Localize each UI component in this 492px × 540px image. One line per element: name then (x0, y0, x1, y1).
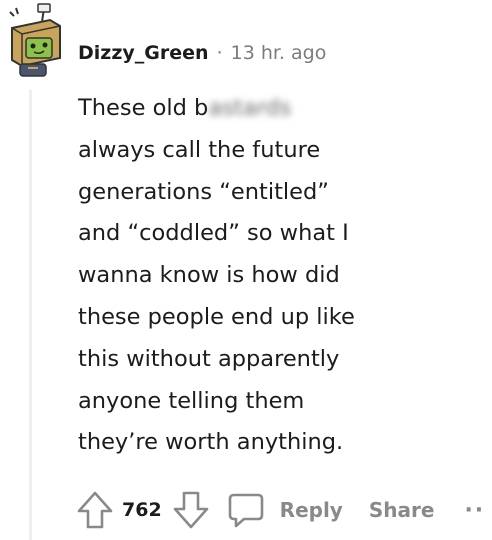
comment-body-line: they’re worth anything. (78, 429, 344, 456)
share-button[interactable]: Share (369, 498, 435, 522)
comment-body-line: wanna know is how did (78, 262, 340, 289)
comment-meta: Dizzy_Green · 13 hr. ago (78, 38, 326, 68)
body-text-visible: These old b (78, 95, 209, 121)
upvote-icon (77, 491, 113, 529)
comment-body-line: These old bastards (78, 88, 458, 130)
comment-body-line: anyone telling them (78, 387, 305, 414)
downvote-icon (173, 491, 208, 529)
username[interactable]: Dizzy_Green (78, 42, 209, 64)
meta-separator: · (216, 42, 223, 64)
comment-body-line: always call the future (78, 136, 321, 163)
avatar[interactable] (2, 2, 68, 80)
comment-actions: 762 Reply Share ·· (76, 487, 485, 533)
reply-button[interactable]: Reply (226, 490, 343, 530)
downvote-button[interactable] (172, 490, 210, 530)
comment-body-line: and “coddled” so what I (78, 220, 349, 247)
more-icon[interactable]: ·· (464, 498, 485, 523)
comment-body-line: these people end up like (78, 303, 355, 330)
comment-icon (228, 493, 263, 528)
comment-body-line: generations “entitled” (78, 178, 329, 205)
avatar-image (9, 3, 61, 77)
upvote-button[interactable] (76, 490, 114, 530)
comment-body-line: this without apparently (78, 345, 340, 372)
comment-body: These old bastards always call the futur… (78, 88, 458, 464)
timestamp[interactable]: 13 hr. ago (231, 42, 327, 64)
thread-line[interactable] (29, 90, 32, 540)
reply-label: Reply (279, 498, 343, 522)
vote-count: 762 (122, 499, 162, 521)
body-text-blurred: astards (208, 95, 292, 121)
